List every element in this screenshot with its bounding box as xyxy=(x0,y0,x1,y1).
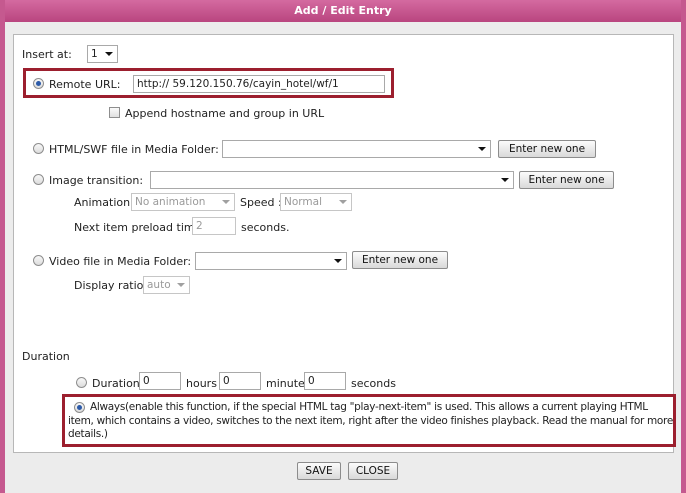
remote-url-input[interactable]: http:// 59.120.150.76/cayin_hotel/wf/1 xyxy=(133,75,385,93)
display-ratio-select[interactable]: auto xyxy=(143,276,190,294)
image-transition-select[interactable] xyxy=(150,171,514,189)
always-option-line-1: Always(enable this function, if the spec… xyxy=(90,401,648,413)
seconds-input[interactable]: 0 xyxy=(304,372,346,390)
save-button[interactable]: SAVE xyxy=(297,462,341,480)
insert-at-select[interactable]: 1 xyxy=(87,45,118,63)
chevron-down-icon xyxy=(105,52,113,56)
display-ratio-label: Display ratio: xyxy=(74,279,148,292)
html-swf-select[interactable] xyxy=(222,140,491,158)
chevron-down-icon xyxy=(222,200,230,204)
preload-time-unit: seconds. xyxy=(241,221,290,234)
html-swf-radio[interactable] xyxy=(33,143,44,154)
duration-radio[interactable] xyxy=(76,377,87,388)
image-transition-label: Image transition: xyxy=(49,174,144,187)
always-radio[interactable] xyxy=(74,402,85,413)
append-hostname-label: Append hostname and group in URL xyxy=(125,107,325,120)
html-swf-enter-new-button[interactable]: Enter new one xyxy=(498,140,596,158)
video-file-radio[interactable] xyxy=(33,255,44,266)
dialog-title: Add / Edit Entry xyxy=(5,0,681,22)
insert-at-label: Insert at: xyxy=(22,48,72,61)
video-file-select[interactable] xyxy=(195,252,347,270)
chevron-down-icon xyxy=(339,200,347,204)
chevron-down-icon xyxy=(177,283,185,287)
always-option-line-2: item, which contains a video, switches t… xyxy=(68,415,674,427)
remote-url-label: Remote URL: xyxy=(49,78,121,91)
remote-url-radio[interactable] xyxy=(33,78,44,89)
minutes-input[interactable]: 0 xyxy=(219,372,261,390)
hours-input[interactable]: 0 xyxy=(139,372,181,390)
duration-heading: Duration xyxy=(22,350,70,363)
append-hostname-checkbox[interactable] xyxy=(109,107,120,118)
chevron-down-icon xyxy=(501,178,509,182)
html-swf-label: HTML/SWF file in Media Folder: xyxy=(49,143,219,156)
close-button[interactable]: CLOSE xyxy=(348,462,398,480)
speed-label: Speed : xyxy=(240,196,282,209)
hours-label: hours xyxy=(186,377,217,390)
chevron-down-icon xyxy=(334,259,342,263)
duration-option-label: Duration xyxy=(92,377,140,390)
video-file-label: Video file in Media Folder: xyxy=(49,255,192,268)
add-edit-entry-dialog: Add / Edit Entry Insert at: 1 Remote URL… xyxy=(0,0,686,493)
image-transition-radio[interactable] xyxy=(33,174,44,185)
chevron-down-icon xyxy=(478,147,486,151)
preload-time-label: Next item preload time: xyxy=(74,221,206,234)
insert-at-value: 1 xyxy=(91,48,98,60)
always-option-line-3: details.) xyxy=(68,428,108,440)
animation-select[interactable]: No animation xyxy=(131,193,235,211)
entry-form-panel: Insert at: 1 Remote URL: http:// 59.120.… xyxy=(13,34,676,453)
image-enter-new-button[interactable]: Enter new one xyxy=(519,171,614,189)
seconds-label: seconds xyxy=(351,377,396,390)
video-enter-new-button[interactable]: Enter new one xyxy=(352,251,448,269)
preload-time-input[interactable]: 2 xyxy=(192,217,236,235)
speed-select[interactable]: Normal xyxy=(280,193,352,211)
animation-label: Animation: xyxy=(74,196,134,209)
